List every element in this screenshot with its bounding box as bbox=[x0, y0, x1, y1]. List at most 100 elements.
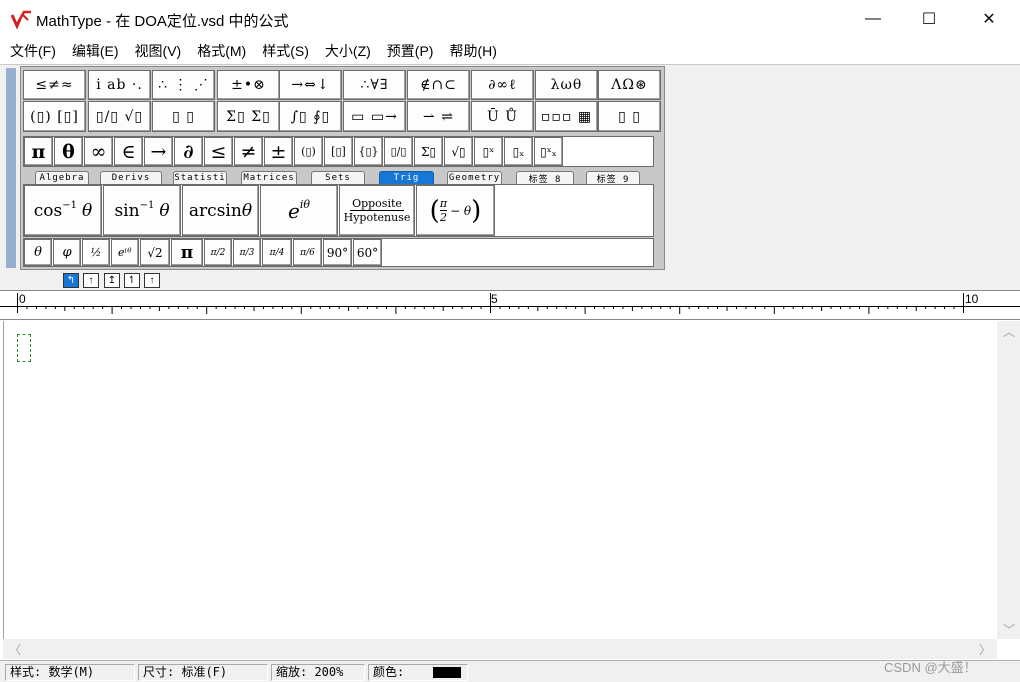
scroll-left-icon[interactable]: 〈 bbox=[9, 641, 21, 658]
menu-preferences[interactable]: 预置(P) bbox=[379, 38, 442, 64]
template-arccos-main: cos bbox=[33, 200, 63, 221]
menu-edit[interactable]: 编辑(E) bbox=[64, 38, 127, 64]
palette-relations[interactable]: ≤≠≈ bbox=[23, 70, 86, 100]
tab-sets[interactable]: Sets bbox=[311, 171, 365, 184]
symbol-pi[interactable]: π bbox=[24, 137, 53, 166]
template-opposite-hypotenuse[interactable]: Opposite Hypotenuse bbox=[339, 185, 415, 236]
symbol-pi-over-2[interactable]: π/2 bbox=[204, 239, 232, 266]
template-arcsin[interactable]: arcsin θ bbox=[182, 185, 259, 236]
symbol-plus-minus[interactable]: ± bbox=[264, 137, 293, 166]
tab-trig[interactable]: Trig bbox=[379, 171, 434, 184]
palette-embellishments[interactable]: ∴ ⋮ ⋰ bbox=[152, 70, 215, 100]
symbol-90-degrees[interactable]: 90° bbox=[323, 239, 352, 266]
symbol-not-equal[interactable]: ≠ bbox=[234, 137, 263, 166]
nudge-harpoon-icon[interactable]: ↿ bbox=[124, 273, 140, 288]
nudge-left-icon[interactable]: ↰ bbox=[63, 273, 79, 288]
menu-style[interactable]: 样式(S) bbox=[254, 38, 317, 64]
toolbar-grip[interactable] bbox=[6, 68, 16, 268]
scroll-up-icon[interactable]: ︿ bbox=[1003, 323, 1015, 340]
tab-matrices[interactable]: Matrices bbox=[241, 171, 297, 184]
tab-label-9[interactable]: 标签 9 bbox=[586, 171, 640, 184]
scroll-right-icon[interactable]: 〉 bbox=[979, 641, 991, 658]
status-style[interactable]: 样式: 数学(M) bbox=[5, 664, 135, 681]
menu-file[interactable]: 文件(F) bbox=[2, 38, 64, 64]
close-button[interactable]: ✕ bbox=[966, 0, 1012, 38]
symbol-pi-over-3[interactable]: π/3 bbox=[233, 239, 261, 266]
menu-view[interactable]: 视图(V) bbox=[127, 38, 190, 64]
template-brackets[interactable]: [▯] bbox=[324, 137, 353, 166]
mathtype-logo-icon bbox=[10, 10, 31, 29]
palette-arrows[interactable]: →⇔↓ bbox=[279, 70, 342, 100]
palette-misc-symbols[interactable]: ∂∞ℓ bbox=[471, 70, 534, 100]
symbol-theta-small[interactable]: θ bbox=[24, 239, 52, 266]
template-subscript[interactable]: ▯ₓ bbox=[504, 137, 533, 166]
menu-format[interactable]: 格式(M) bbox=[189, 38, 254, 64]
menu-help[interactable]: 帮助(H) bbox=[441, 38, 504, 64]
symbol-partial[interactable]: ∂ bbox=[174, 137, 203, 166]
right-paren-glyph: ) bbox=[471, 195, 482, 226]
menu-size[interactable]: 大小(Z) bbox=[317, 38, 379, 64]
palette-products-sets[interactable]: Ū Ů bbox=[471, 101, 534, 132]
empty-slot-placeholder[interactable] bbox=[17, 334, 31, 362]
palette-spaces-ellipses[interactable]: i ab ·. bbox=[88, 70, 151, 100]
palette-integrals[interactable]: ∫▯ ∮▯ bbox=[279, 101, 342, 132]
tab-geometry[interactable]: Geometry bbox=[447, 171, 502, 184]
status-size[interactable]: 尺寸: 标准(F) bbox=[138, 664, 268, 681]
template-summation[interactable]: Σ▯ bbox=[414, 137, 443, 166]
template-braces[interactable]: {▯} bbox=[354, 137, 383, 166]
tab-algebra[interactable]: Algebra bbox=[35, 171, 89, 184]
status-color[interactable]: 颜色: bbox=[368, 664, 468, 681]
vertical-scrollbar[interactable]: ︿ ﹀ bbox=[997, 321, 1020, 639]
nudge-up-icon[interactable]: ↑ bbox=[83, 273, 99, 288]
symbol-less-equal[interactable]: ≤ bbox=[204, 137, 233, 166]
symbol-60-degrees[interactable]: 60° bbox=[353, 239, 382, 266]
symbol-sqrt-2[interactable]: √2 bbox=[140, 239, 170, 266]
symbol-pi-bold[interactable]: π bbox=[171, 239, 203, 266]
palette-labeled-arrows[interactable]: ⇀ ⇌ bbox=[407, 101, 470, 132]
palette-scripts[interactable]: ▯ ▯ bbox=[152, 101, 215, 132]
symbol-right-arrow[interactable]: → bbox=[144, 137, 173, 166]
tab-statistics[interactable]: Statisti bbox=[173, 171, 227, 184]
symbol-one-half[interactable]: ½ bbox=[82, 239, 110, 266]
palette-operators[interactable]: ±•⊗ bbox=[217, 70, 280, 100]
template-arcsin-power-sup: −1 bbox=[139, 200, 155, 211]
symbol-pi-over-6[interactable]: π/6 bbox=[293, 239, 322, 266]
template-parentheses[interactable]: (▯) bbox=[294, 137, 323, 166]
equation-editor-area[interactable] bbox=[3, 321, 997, 639]
symbol-element-of[interactable]: ∈ bbox=[114, 137, 143, 166]
palette-logical[interactable]: ∴∀∃ bbox=[343, 70, 406, 100]
nudge-up-line-icon[interactable]: ↥ bbox=[104, 273, 120, 288]
template-square-root[interactable]: √▯ bbox=[444, 137, 473, 166]
symbol-theta[interactable]: θ bbox=[54, 137, 83, 166]
symbol-infinity[interactable]: ∞ bbox=[84, 137, 113, 166]
palette-greek-upper[interactable]: ΛΩ⊛ bbox=[598, 70, 661, 100]
tab-label-8[interactable]: 标签 8 bbox=[516, 171, 574, 184]
palette-matrices[interactable]: ▫▫▫ ▦ bbox=[535, 101, 598, 132]
symbol-phi-small[interactable]: φ bbox=[53, 239, 81, 266]
symbol-pi-over-4[interactable]: π/4 bbox=[262, 239, 292, 266]
palette-fractions-radicals[interactable]: ▯/▯ √▯ bbox=[88, 101, 151, 132]
template-fraction[interactable]: ▯/▯ bbox=[384, 137, 413, 166]
nudge-top-icon[interactable]: ↑ bbox=[144, 273, 160, 288]
palette-set-theory[interactable]: ∉∩⊂ bbox=[407, 70, 470, 100]
template-complement-angle[interactable]: ( π 2 − θ ) bbox=[416, 185, 495, 236]
template-arcsin-power[interactable]: sin −1 θ bbox=[103, 185, 181, 236]
palette-summations[interactable]: Σ▯ Σ▯ bbox=[217, 101, 280, 132]
palette-boxes[interactable]: ▯ ▯ bbox=[598, 101, 661, 132]
status-zoom[interactable]: 缩放: 200% bbox=[271, 664, 365, 681]
palette-fences[interactable]: (▯) [▯] bbox=[23, 101, 86, 132]
template-arccos[interactable]: cos −1 θ bbox=[24, 185, 102, 236]
horizontal-scrollbar[interactable]: 〈 〉 bbox=[3, 639, 997, 659]
left-paren-glyph: ( bbox=[429, 195, 440, 226]
symbol-e-i-theta[interactable]: eⁱᶿ bbox=[111, 239, 139, 266]
ruler[interactable]: 0 5 10 bbox=[0, 290, 1020, 320]
template-exponential[interactable]: e iθ bbox=[260, 185, 338, 236]
palette-bars-arrows[interactable]: ▭ ▭→ bbox=[343, 101, 406, 132]
scroll-down-icon[interactable]: ﹀ bbox=[1003, 621, 1015, 638]
template-superscript[interactable]: ▯ˣ bbox=[474, 137, 503, 166]
maximize-button[interactable]: ☐ bbox=[906, 0, 952, 38]
tab-derivs[interactable]: Derivs bbox=[100, 171, 162, 184]
template-sub-superscript[interactable]: ▯ˣₓ bbox=[534, 137, 563, 166]
palette-greek-lower[interactable]: λωθ bbox=[535, 70, 598, 100]
minimize-button[interactable]: — bbox=[850, 0, 896, 38]
